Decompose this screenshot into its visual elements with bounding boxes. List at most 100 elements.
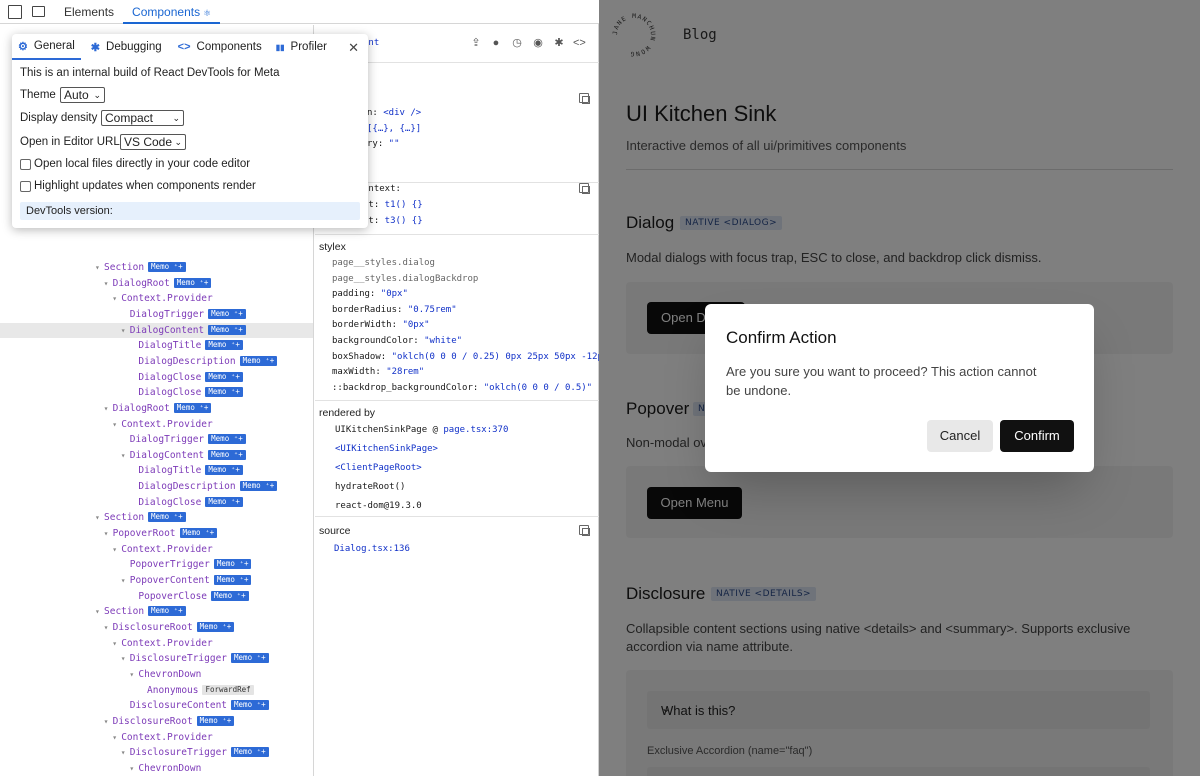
tree-row[interactable]: ▾ ChevronDown [0,667,313,683]
expand-caret-icon[interactable]: ▾ [104,620,113,636]
expand-caret-icon[interactable]: ▾ [121,745,130,761]
prop-value: t1() {} [379,200,423,210]
tree-row-badge: Memo ⁺+ [239,481,278,492]
tree-row[interactable]: DialogTitle Memo ⁺+ [0,463,313,479]
tree-row-name: Context.Provider [121,637,213,649]
tree-row[interactable]: DialogTrigger Memo ⁺+ [0,432,313,448]
expand-caret-icon[interactable]: ▾ [104,276,113,292]
settings-tab-components[interactable]: <> Components [172,34,268,60]
expand-caret-icon[interactable]: ▾ [121,573,130,589]
tree-row[interactable]: DialogTitle Memo ⁺+ [0,338,313,354]
error-icon[interactable]: ● [490,37,502,49]
tree-row[interactable]: ▾ Section Memo ⁺+ [0,260,313,276]
copy-props-icon[interactable] [579,93,590,104]
tree-row[interactable]: ▾ Section Memo ⁺+ [0,604,313,620]
tab-components[interactable]: Components ⚛ [123,0,221,24]
tree-row[interactable]: ▾ DisclosureRoot Memo ⁺+ [0,714,313,730]
tree-row[interactable]: DialogClose Memo ⁺+ [0,385,313,401]
expand-caret-icon[interactable]: ▾ [121,651,130,667]
expand-caret-icon[interactable]: ▾ [121,448,130,464]
expand-caret-icon[interactable]: ▾ [95,604,104,620]
prop-line: react-dom@19.3.0 [335,501,422,511]
editor-url-select[interactable]: VS Code ⌄ [120,134,186,150]
confirm-button[interactable]: Confirm [1000,420,1074,452]
expand-caret-icon[interactable]: ▾ [112,636,121,652]
tree-row[interactable]: ▾ Context.Provider [0,542,313,558]
expand-caret-icon[interactable]: ▾ [121,323,130,339]
tree-row[interactable]: ▾ Context.Provider [0,636,313,652]
tree-row-name: Section [104,512,145,524]
log-icon[interactable]: ✱ [553,37,565,49]
inspect-dom-icon[interactable]: ◉ [532,37,544,49]
tree-row[interactable]: ▾ Context.Provider [0,730,313,746]
tree-row-name: DialogRoot [112,402,170,414]
copy-source-icon[interactable] [579,525,590,536]
tree-row[interactable]: PopoverTrigger Memo ⁺+ [0,557,313,573]
source-title: source [319,525,351,537]
tree-row-badge: Memo ⁺+ [196,715,235,726]
tree-row[interactable]: DialogTrigger Memo ⁺+ [0,307,313,323]
tree-row[interactable]: DialogDescription Memo ⁺+ [0,354,313,370]
open-local-files-checkbox[interactable] [20,159,31,170]
expand-caret-icon[interactable]: ▾ [112,542,121,558]
view-source-icon[interactable]: <> [573,37,586,49]
expand-caret-icon[interactable]: ▾ [104,714,113,730]
tree-row-name: Context.Provider [121,293,213,305]
settings-tab-general[interactable]: ⚙ General [12,34,81,60]
tree-row[interactable]: DialogClose Memo ⁺+ [0,495,313,511]
expand-caret-icon[interactable]: ▾ [112,291,121,307]
tab-elements[interactable]: Elements [55,0,123,24]
tree-row[interactable]: ▾ DialogRoot Memo ⁺+ [0,276,313,292]
tree-row[interactable]: ▾ ChevronDown [0,761,313,776]
source-file[interactable]: Dialog.tsx:136 [334,544,410,554]
tree-row-name: DisclosureRoot [112,621,193,633]
tree-row[interactable]: ▾ PopoverRoot Memo ⁺+ [0,526,313,542]
tree-row[interactable]: ▾ DialogRoot Memo ⁺+ [0,401,313,417]
expand-caret-icon[interactable]: ▾ [95,260,104,276]
tree-row-badge: Memo ⁺+ [173,277,212,288]
density-select[interactable]: Compact ⌄ [101,110,184,126]
tree-row[interactable]: ▾ DisclosureRoot Memo ⁺+ [0,620,313,636]
expand-caret-icon[interactable]: ▾ [104,401,113,417]
expand-caret-icon[interactable]: ▾ [104,526,113,542]
tree-row[interactable]: ▾ Context.Provider [0,291,313,307]
highlight-updates-checkbox[interactable] [20,181,31,192]
tree-row[interactable]: ▾ DialogContent Memo ⁺+ [0,448,313,464]
tree-row[interactable]: ▾ DisclosureTrigger Memo ⁺+ [0,745,313,761]
prop-key: borderWidth: [332,320,398,331]
tree-row[interactable]: ▾ Section Memo ⁺+ [0,510,313,526]
rendered-by-section: rendered by UIKitchenSinkPage @ page.tsx… [315,401,599,517]
prop-key: n: [367,108,378,118]
tree-row-badge: Memo ⁺+ [231,653,269,664]
tree-row[interactable]: Anonymous ForwardRef [0,683,313,699]
tree-row[interactable]: ▾ DialogContent Memo ⁺+ [0,322,313,339]
cancel-button[interactable]: Cancel [927,420,993,452]
expand-caret-icon[interactable]: ▾ [112,730,121,746]
source-link[interactable]: Dialog.tsx:136 [334,544,410,554]
prop-line: hydrateRoot() [335,482,405,492]
tree-row-badge: Memo ⁺+ [196,621,235,632]
tree-row-name: DialogContent [129,449,205,461]
inspect-element-icon[interactable] [8,4,22,19]
tree-row[interactable]: DisclosureContent Memo ⁺+ [0,698,313,714]
close-icon[interactable]: ✕ [348,40,359,56]
tree-row[interactable]: DialogDescription Memo ⁺+ [0,479,313,495]
highlight-updates-label: Highlight updates when components render [34,180,256,192]
settings-tab-profiler[interactable]: ▮▮ Profiler [270,34,333,60]
expand-caret-icon[interactable]: ▾ [95,510,104,526]
settings-tab-debugging-label: Debugging [106,41,162,53]
device-toolbar-icon[interactable] [32,6,45,17]
tree-row[interactable]: ▾ PopoverContent Memo ⁺+ [0,573,313,589]
settings-tab-debugging[interactable]: ✱ Debugging [85,34,168,60]
copy-hooks-icon[interactable] [579,183,590,194]
tree-row[interactable]: DialogClose Memo ⁺+ [0,370,313,386]
prop-key: hydrateRoot() [335,482,406,492]
tree-row[interactable]: ▾ Context.Provider [0,417,313,433]
suspend-icon[interactable]: ⇪ [470,37,482,49]
theme-select[interactable]: Auto ⌄ [60,87,105,103]
timer-icon[interactable]: ◷ [511,37,523,49]
tree-row[interactable]: PopoverClose Memo ⁺+ [0,589,313,605]
settings-popup: ⚙ General ✱ Debugging <> Components ▮▮ Profi… [12,34,368,228]
tree-row[interactable]: ▾ DisclosureTrigger Memo ⁺+ [0,651,313,667]
expand-caret-icon[interactable]: ▾ [112,417,121,433]
